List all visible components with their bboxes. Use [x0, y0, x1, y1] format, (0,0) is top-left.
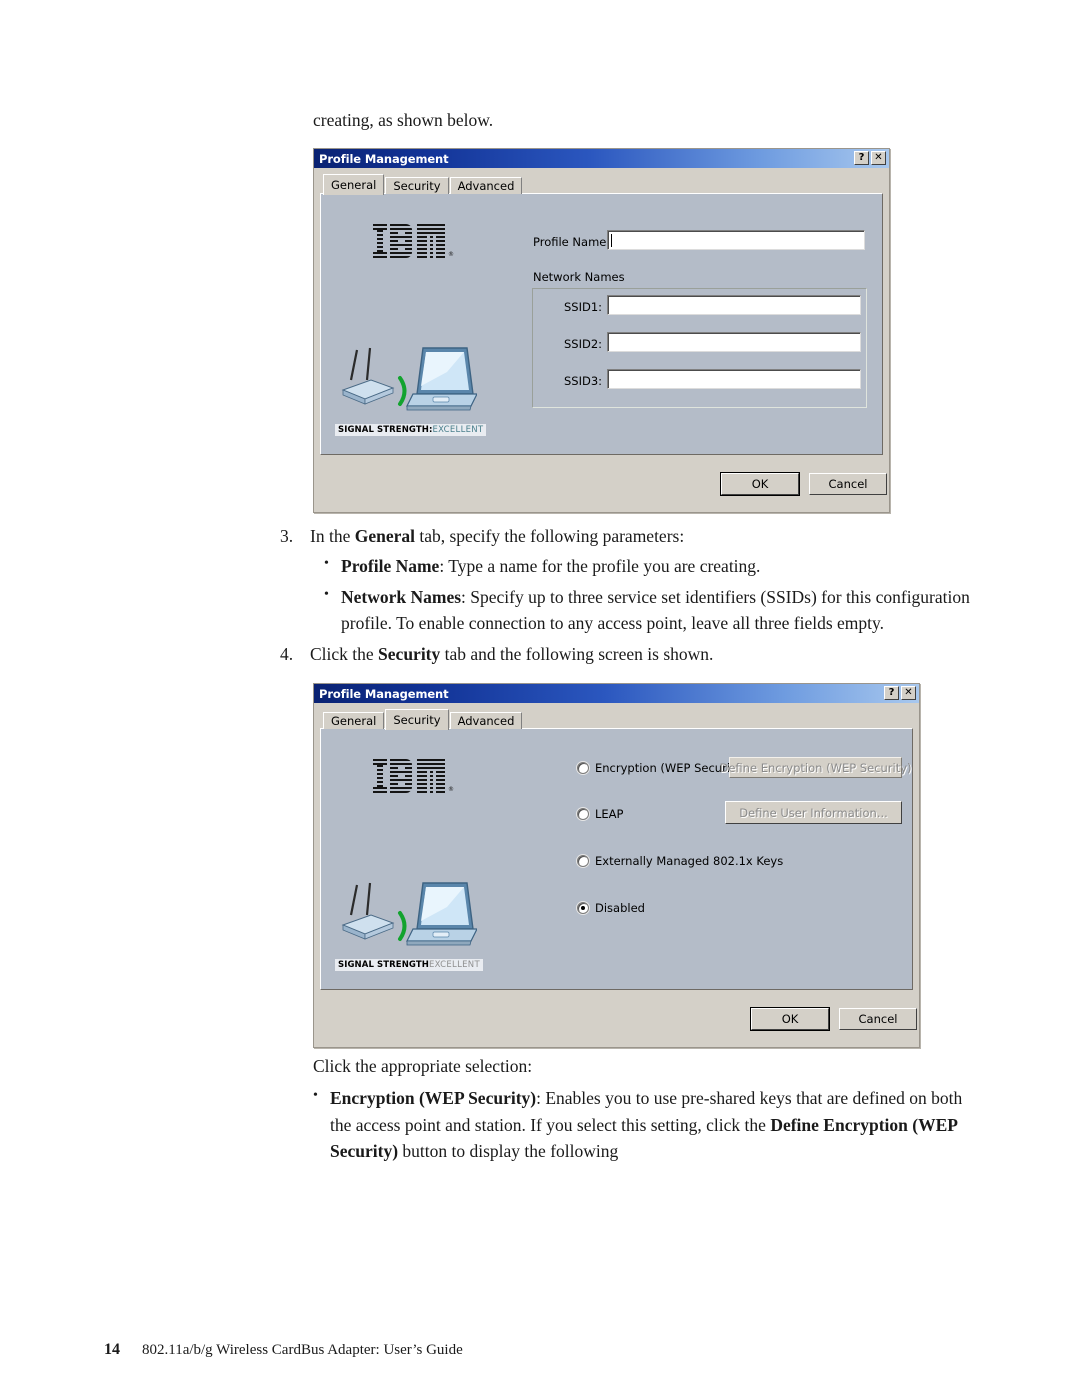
step-3-lead-pre: In the [310, 526, 355, 546]
network-names-label: Network Names [533, 270, 625, 284]
bullet-marker: • [324, 586, 329, 602]
closing-bullets: • Encryption (WEP Security): Enables you… [313, 1085, 973, 1164]
cancel-button[interactable]: Cancel [839, 1008, 917, 1030]
bullet-encryption-term: Encryption (WEP Security) [330, 1088, 537, 1109]
tabstrip-security: General Security Advanced [323, 708, 913, 730]
closing-lead: Click the appropriate selection: [313, 1056, 533, 1076]
ssid1-input[interactable] [607, 295, 861, 315]
signal-strength-value: EXCELLENT [428, 960, 480, 970]
define-encryption-button[interactable]: Define Encryption (WEP Security) [720, 757, 912, 778]
bullet-profile-name-term: Profile Name [341, 556, 440, 577]
bullet-network-names: • Network Names: Specify up to three ser… [324, 584, 970, 637]
intro-paragraph: creating, as shown below. [313, 110, 494, 130]
bullet-profile-name: • Profile Name: Type a name for the prof… [324, 553, 970, 579]
ibm-logo: ® [373, 759, 454, 793]
closing-block: Click the appropriate selection: • Encry… [313, 1053, 973, 1164]
profile-management-dialog-general[interactable]: Profile Management ? ✕ General Security … [313, 148, 890, 513]
dialog-title: Profile Management [319, 151, 449, 166]
step-4: 4. Click the Security tab and the follow… [280, 641, 970, 667]
bullet-marker: • [324, 556, 329, 572]
option-leap-label: LEAP [595, 807, 624, 821]
ssid2-label: SSID2: [564, 337, 603, 351]
ssid3-input[interactable] [607, 369, 861, 389]
text-caret [611, 234, 612, 247]
help-icon[interactable]: ? [854, 151, 869, 165]
tab-general[interactable]: General [323, 712, 385, 729]
ok-button[interactable]: OK [750, 1007, 830, 1031]
titlebar-button-group: ? ✕ [884, 686, 916, 700]
step-3-lead-bold: General [354, 526, 415, 546]
document-page: creating, as shown below. Profile Manage… [0, 0, 1080, 1397]
tab-advanced[interactable]: Advanced [449, 177, 523, 194]
ibm-logo: ® [373, 224, 454, 258]
step-3: 3. In the General tab, specify the follo… [280, 523, 970, 636]
profile-name-input[interactable] [607, 230, 865, 250]
radio-leap-icon[interactable] [577, 808, 589, 820]
dialog-titlebar-general[interactable]: Profile Management ? ✕ [314, 149, 889, 168]
network-illustration [337, 877, 478, 949]
step-3-lead-post: tab, specify the following parameters: [414, 526, 685, 546]
step-list-3: 3. In the General tab, specify the follo… [280, 523, 970, 667]
step-4-lead-post: tab and the following screen is shown. [440, 644, 714, 664]
dialog-body-general: General Security Advanced ® SIGNAL STREN… [314, 168, 889, 496]
bullet-marker: • [313, 1088, 318, 1104]
help-icon[interactable]: ? [884, 686, 899, 700]
bullet-network-names-term: Network Names [341, 586, 462, 607]
define-user-information-button[interactable]: Define User Information... [725, 801, 902, 824]
signal-strength-label: SIGNAL STRENGTH [338, 960, 429, 970]
tab-advanced[interactable]: Advanced [449, 712, 523, 729]
step-4-lead-pre: Click the [310, 644, 379, 664]
ssid2-input[interactable] [607, 332, 861, 352]
cancel-button[interactable]: Cancel [809, 473, 887, 495]
step-4-number: 4. [280, 644, 294, 664]
bullet-encryption-text-2: button to display the following [398, 1140, 619, 1161]
step-3-number: 3. [280, 526, 294, 546]
bullet-profile-name-text: : Type a name for the profile you are cr… [439, 556, 761, 577]
ok-button[interactable]: OK [720, 472, 800, 496]
tab-pane-security: ® SIGNAL STRENGTHEXCELLENT Encryption (W… [320, 728, 913, 990]
tab-general[interactable]: General [323, 174, 385, 195]
signal-strength-indicator: SIGNAL STRENGTH:EXCELLENT [335, 424, 487, 436]
tab-pane-general: ® SIGNAL STRENGTH:EXCELLENT Profile Name… [320, 193, 883, 455]
radio-externally-managed-keys-icon[interactable] [577, 855, 589, 867]
running-title: 802.11a/b/g Wireless CardBus Adapter: Us… [142, 1342, 463, 1358]
dialog-title: Profile Management [319, 686, 449, 701]
option-leap[interactable]: LEAP [577, 807, 623, 821]
bullet-encryption-wep: • Encryption (WEP Security): Enables you… [313, 1085, 973, 1164]
page-footer: 14 802.11a/b/g Wireless CardBus Adapter:… [104, 1341, 463, 1359]
signal-strength-indicator: SIGNAL STRENGTHEXCELLENT [335, 959, 483, 971]
network-illustration [337, 342, 478, 414]
signal-strength-value: EXCELLENT [432, 425, 484, 435]
close-icon[interactable]: ✕ [901, 686, 916, 700]
dialog-body-security: General Security Advanced ® SIGNAL STREN… [314, 703, 919, 1031]
option-disabled[interactable]: Disabled [577, 901, 645, 915]
step-3-bullets: • Profile Name: Type a name for the prof… [310, 553, 970, 636]
option-externally-managed-keys-label: Externally Managed 802.1x Keys [595, 854, 784, 868]
close-icon[interactable]: ✕ [871, 151, 886, 165]
ssid1-label: SSID1: [564, 300, 603, 314]
tab-security[interactable]: Security [385, 177, 449, 194]
titlebar-button-group: ? ✕ [854, 151, 886, 165]
registered-mark: ® [448, 251, 454, 258]
signal-strength-label: SIGNAL STRENGTH: [338, 425, 433, 435]
profile-name-label: Profile Name: [533, 235, 611, 249]
tab-security[interactable]: Security [385, 709, 449, 730]
option-disabled-label: Disabled [595, 901, 645, 915]
radio-encryption-wep-icon[interactable] [577, 762, 589, 774]
step-4-lead-bold: Security [378, 644, 441, 664]
dialog-titlebar-security[interactable]: Profile Management ? ✕ [314, 684, 919, 703]
option-externally-managed-keys[interactable]: Externally Managed 802.1x Keys [577, 854, 783, 868]
radio-disabled-icon[interactable] [577, 902, 589, 914]
registered-mark: ® [448, 786, 454, 793]
ssid3-label: SSID3: [564, 374, 603, 388]
tabstrip-general: General Security Advanced [323, 173, 883, 195]
page-number: 14 [104, 1341, 120, 1358]
profile-management-dialog-security[interactable]: Profile Management ? ✕ General Security … [313, 683, 920, 1048]
